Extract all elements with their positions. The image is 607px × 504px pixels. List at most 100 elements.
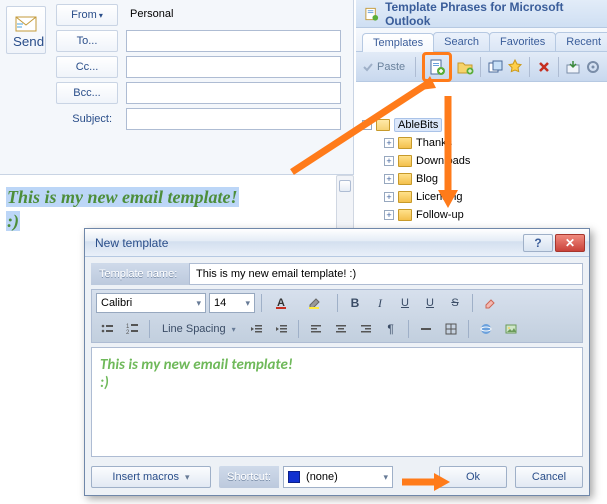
table-icon [444, 322, 458, 336]
insert-hr-button[interactable] [415, 319, 437, 339]
shortcut-color-swatch [288, 471, 300, 483]
highlight-icon [307, 296, 325, 310]
mail-send-icon [15, 16, 37, 32]
bcc-button[interactable]: Bcc... [56, 82, 118, 104]
favorite-button[interactable] [507, 56, 523, 78]
indent-icon [274, 322, 288, 336]
image-icon [504, 322, 518, 336]
italic-button[interactable]: I [369, 293, 391, 313]
tree-root-label: AbleBits [394, 118, 442, 132]
expand-icon[interactable]: + [384, 156, 394, 166]
send-button[interactable]: Send [6, 6, 46, 54]
edit-button[interactable] [487, 56, 503, 78]
template-name-field[interactable] [189, 263, 583, 285]
folder-icon [398, 173, 412, 185]
outdent-icon [249, 322, 263, 336]
tab-recent[interactable]: Recent [555, 32, 607, 51]
compose-header: Send From▾ To... Cc... Bcc... Subject: P… [0, 0, 354, 175]
expand-icon[interactable]: + [384, 192, 394, 202]
bold-button[interactable]: B [344, 293, 366, 313]
font-size-select[interactable]: 14 [209, 293, 255, 313]
from-account-label: Personal [126, 4, 341, 26]
template-editor[interactable]: This is my new email template! :) [91, 347, 583, 457]
tree-item-followup[interactable]: + Follow-up [362, 206, 601, 224]
tree-item-blog[interactable]: + Blog [362, 170, 601, 188]
highlight-color-button[interactable] [301, 293, 331, 313]
tab-search[interactable]: Search [433, 32, 490, 51]
help-button[interactable]: ? [523, 234, 553, 252]
new-folder-button[interactable] [456, 56, 474, 78]
numbering-button[interactable]: 12 [121, 319, 143, 339]
align-right-button[interactable] [355, 319, 377, 339]
editor-line2: :) [100, 374, 109, 392]
expand-icon[interactable]: + [384, 174, 394, 184]
cancel-button[interactable]: Cancel [515, 466, 583, 488]
underline-button[interactable]: U [394, 293, 416, 313]
close-button[interactable]: ✕ [555, 234, 585, 252]
tab-favorites[interactable]: Favorites [489, 32, 556, 51]
folder-open-icon [376, 119, 390, 131]
new-template-highlighted [422, 52, 452, 82]
folder-icon [398, 191, 412, 203]
bcc-field[interactable] [126, 82, 341, 104]
insert-macros-button[interactable]: Insert macros [91, 466, 211, 488]
link-icon [479, 322, 493, 336]
check-icon [362, 61, 374, 73]
tree-root[interactable]: − AbleBits [362, 116, 601, 134]
more-underline-button[interactable]: U [419, 293, 441, 313]
insert-image-button[interactable] [500, 319, 522, 339]
paste-button[interactable]: Paste [362, 61, 405, 73]
eraser-icon [483, 296, 497, 310]
delete-button[interactable] [536, 56, 552, 78]
cc-field[interactable] [126, 56, 341, 78]
collapse-icon[interactable]: − [362, 120, 372, 130]
selected-text-line1: This is my new email template! [6, 187, 239, 207]
template-toolbar: Paste [356, 52, 607, 82]
shortcut-select[interactable]: (none) [283, 466, 393, 488]
line-spacing-button[interactable]: Line Spacing [156, 319, 242, 339]
to-button[interactable]: To... [56, 30, 118, 52]
shortcut-label: Shortcut: [219, 466, 279, 488]
align-center-button[interactable] [330, 319, 352, 339]
cc-button[interactable]: Cc... [56, 56, 118, 78]
strike-button[interactable]: S [444, 293, 466, 313]
align-right-icon [359, 322, 373, 336]
from-button[interactable]: From▾ [56, 4, 118, 26]
import-button[interactable] [565, 56, 581, 78]
new-template-icon [428, 58, 446, 76]
indent-button[interactable] [270, 319, 292, 339]
settings-button[interactable] [585, 56, 601, 78]
tree-item-licensing[interactable]: + Licensing [362, 188, 601, 206]
delete-icon [537, 60, 551, 74]
font-color-button[interactable]: A [268, 293, 298, 313]
outdent-button[interactable] [245, 319, 267, 339]
expand-icon[interactable]: + [384, 210, 394, 220]
align-left-button[interactable] [305, 319, 327, 339]
send-button-label: Send [13, 34, 44, 49]
to-field[interactable] [126, 30, 341, 52]
template-pane-title: Template Phrases for Microsoft Outlook [356, 0, 607, 28]
paragraph-button[interactable]: ¶ [380, 319, 402, 339]
subject-field[interactable] [126, 108, 341, 130]
dialog-title: New template [95, 236, 168, 250]
expand-icon[interactable]: + [384, 138, 394, 148]
dialog-footer: Insert macros Shortcut: (none) Ok Cancel [91, 465, 583, 489]
dialog-titlebar[interactable]: New template ? ✕ [85, 229, 589, 257]
new-template-button[interactable] [426, 56, 448, 78]
close-icon: ✕ [565, 236, 575, 250]
help-icon: ? [534, 236, 541, 250]
insert-link-button[interactable] [475, 319, 497, 339]
template-name-label: Template name: [91, 263, 189, 285]
star-icon [507, 59, 523, 75]
tab-templates[interactable]: Templates [362, 33, 434, 52]
tree-item-downloads[interactable]: + Downloads [362, 152, 601, 170]
font-family-select[interactable]: Calibri [96, 293, 206, 313]
ok-button[interactable]: Ok [439, 466, 507, 488]
bullets-button[interactable] [96, 319, 118, 339]
numbering-icon: 12 [125, 322, 139, 336]
clear-format-button[interactable] [479, 293, 501, 313]
editor-toolbar: Calibri 14 A B I U U S 12 Line Spacing [91, 289, 583, 343]
tree-item-thanks[interactable]: + Thanks [362, 134, 601, 152]
align-center-icon [334, 322, 348, 336]
insert-table-button[interactable] [440, 319, 462, 339]
